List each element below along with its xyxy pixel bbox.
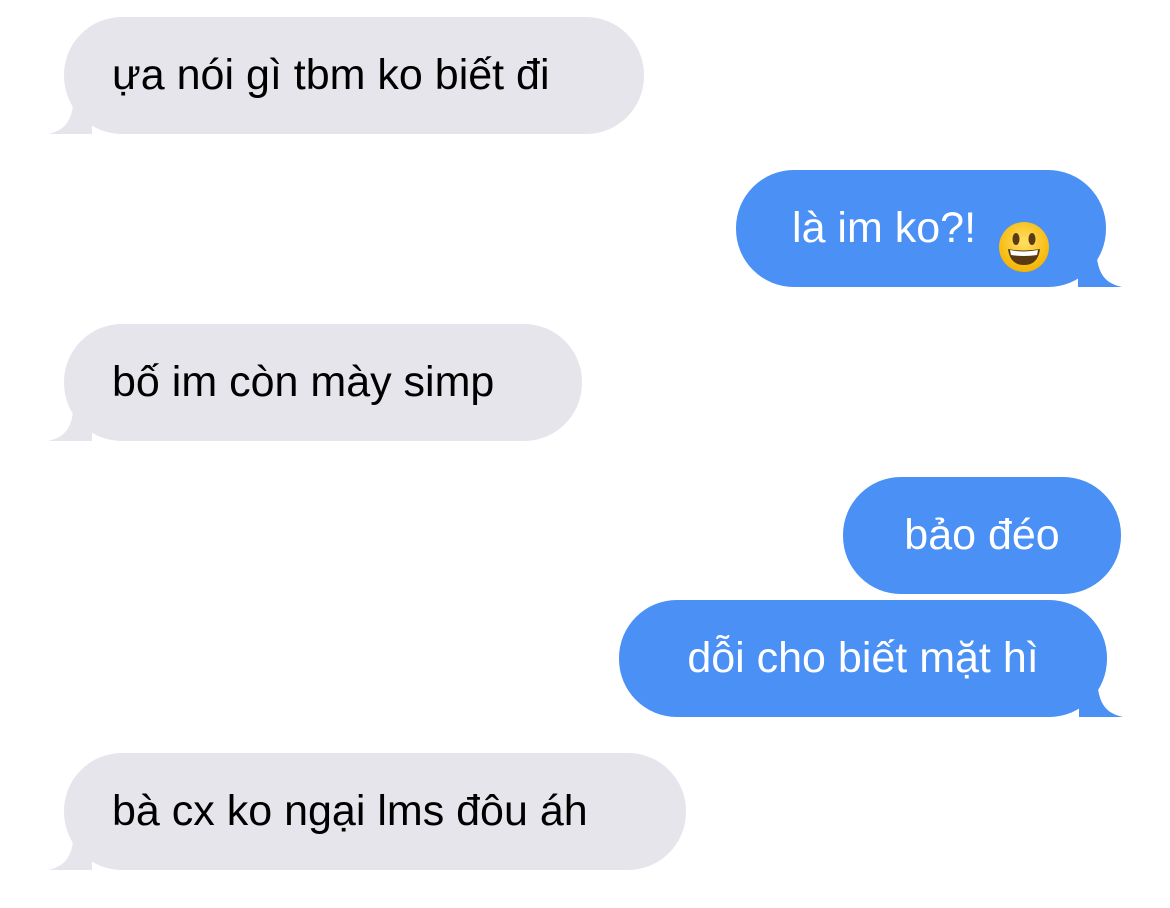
- bubble-tail: [48, 826, 92, 870]
- bubble-tail: [48, 397, 92, 441]
- message-bubble-received[interactable]: bà cx ko ngại lms đôu áh: [48, 753, 686, 870]
- message-bubble-received[interactable]: bố im còn mày simp: [48, 324, 582, 441]
- message-thread: ựa nói gì tbm ko biết đi là im ko?! bố i…: [0, 0, 1170, 908]
- message-text: bảo đéo: [904, 511, 1060, 559]
- message-text: là im ko?!: [792, 204, 988, 252]
- message-bubble-sent[interactable]: dỗi cho biết mặt hì: [619, 600, 1123, 717]
- bubble-tail: [48, 90, 92, 134]
- message-bubble-sent[interactable]: là im ko?!: [736, 170, 1122, 287]
- message-text: dỗi cho biết mặt hì: [687, 634, 1039, 682]
- message-text: bố im còn mày simp: [112, 358, 495, 406]
- bubble-tail: [1078, 243, 1122, 287]
- grinning-face-emoji-icon: [998, 201, 1050, 272]
- message-bubble-sent[interactable]: bảo đéo: [843, 477, 1121, 594]
- message-text: bà cx ko ngại lms đôu áh: [112, 787, 588, 835]
- bubble-tail: [1079, 673, 1123, 717]
- message-text: ựa nói gì tbm ko biết đi: [112, 51, 550, 99]
- message-bubble-received[interactable]: ựa nói gì tbm ko biết đi: [48, 17, 644, 134]
